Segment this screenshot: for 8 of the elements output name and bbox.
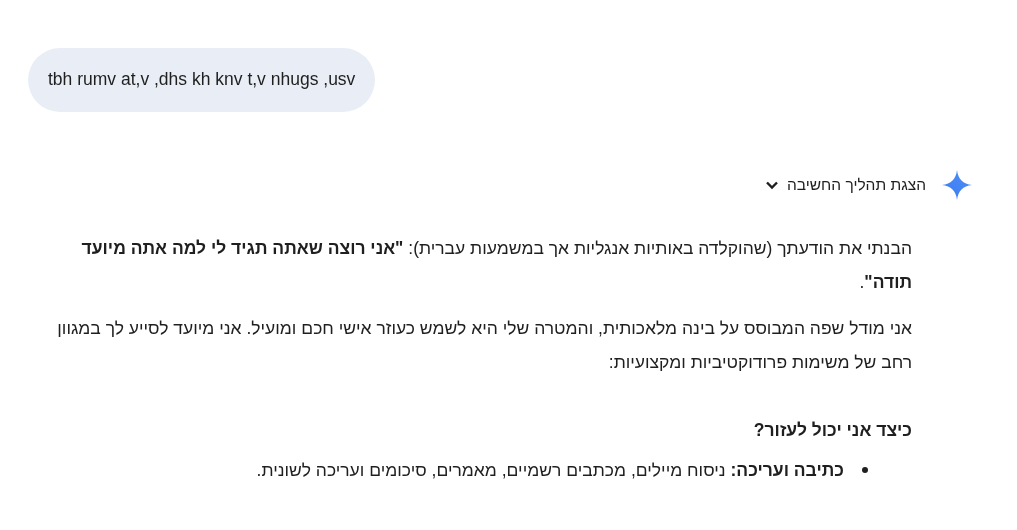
user-message: tbh rumv at,v ,dhs kh knv t,v nhugs ,usv xyxy=(28,48,376,112)
response-paragraph: אני מודל שפה המבוסס על בינה מלאכותית, והמטרה שלי היא לשמש כעוזר אישי חכם ומועיל. אני מיועד לסייע לך במגוון רחב של משימות פרודוקטיביות ומקצועיות: xyxy=(57,318,912,372)
sparkle-icon xyxy=(941,169,973,201)
bullet-icon xyxy=(862,467,868,473)
section-heading: כיצד אני יכול לעזור? xyxy=(753,420,912,440)
show-thinking-toggle[interactable]: הצגת תהליך החשיבה xyxy=(764,176,926,194)
response-paragraph: הבנתי את הודעתך (שהוקלדה באותיות אנגליות אך במשמעות עברית): "אני רוצה שאתה תגיד לי למה אתה מיועד תודה". xyxy=(81,238,912,292)
bullet-text: כתיבה ועריכה: ניסוח מיילים, מכתבים רשמיים, מאמרים, סיכומים ועריכה לשונית. xyxy=(256,459,844,482)
